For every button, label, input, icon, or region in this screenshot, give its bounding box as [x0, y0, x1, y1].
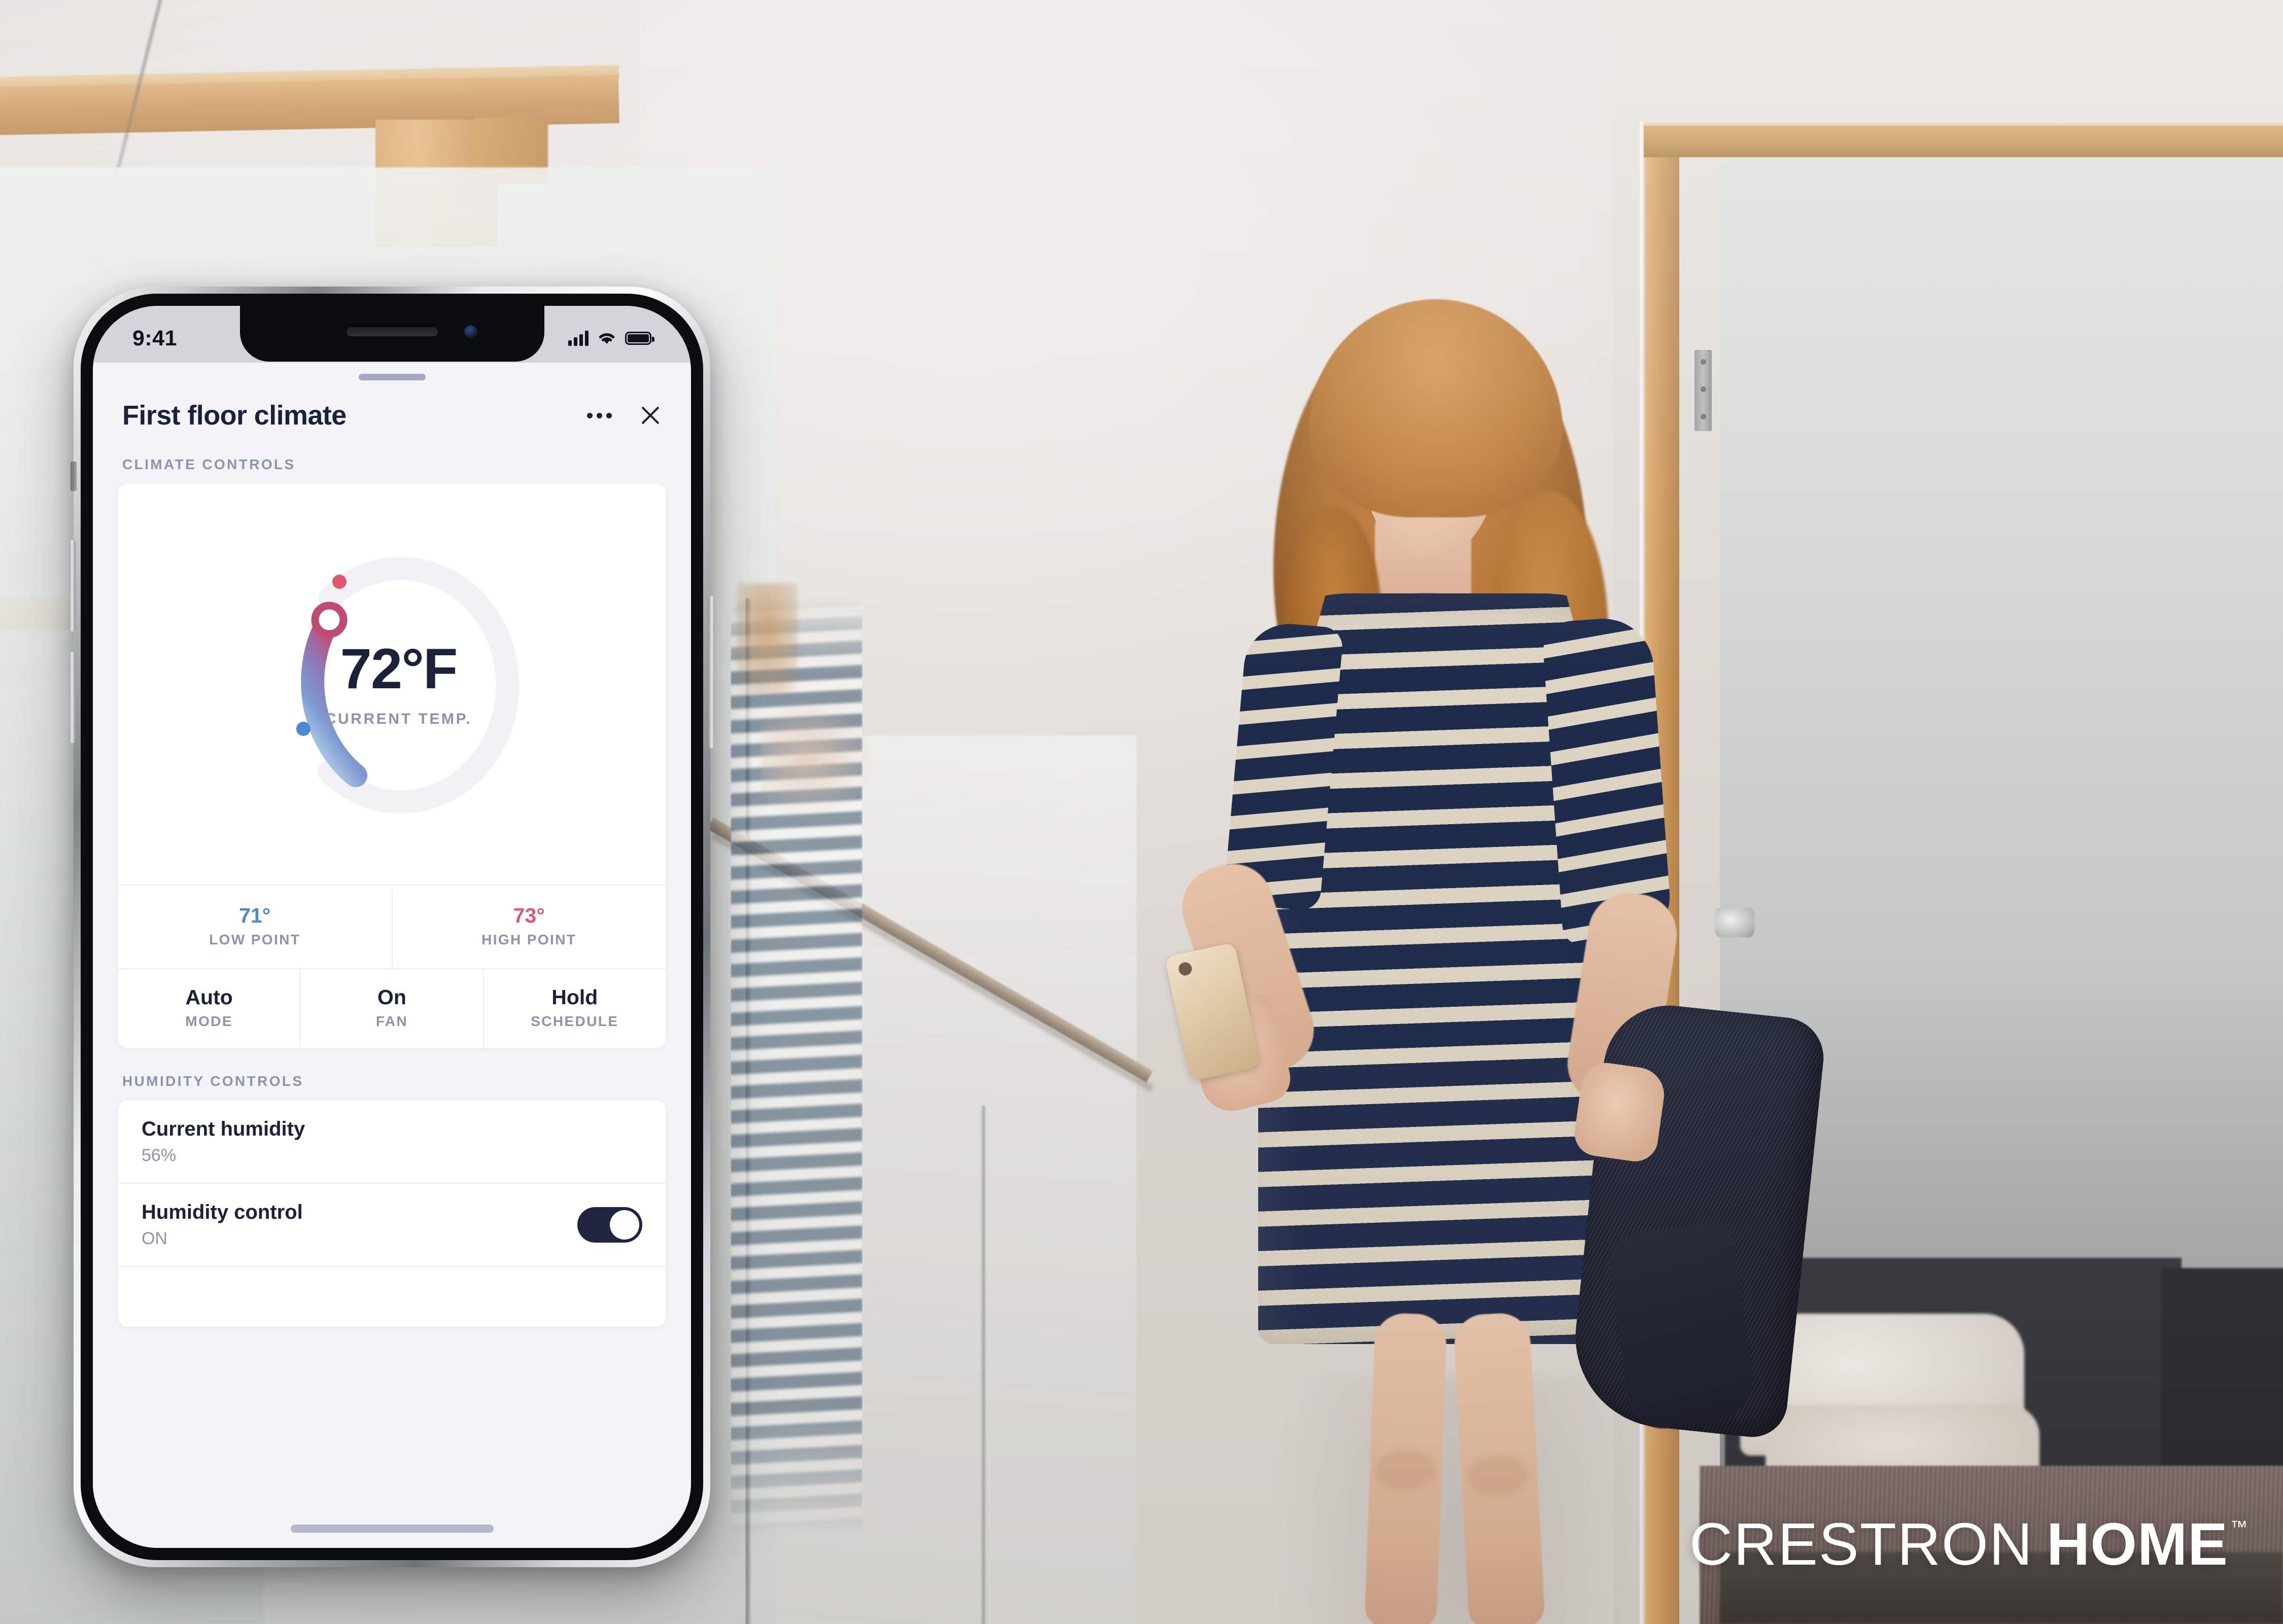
- volume-up-button[interactable]: [70, 540, 76, 631]
- close-icon[interactable]: [639, 404, 662, 427]
- logo-trademark-icon: ™: [2230, 1517, 2247, 1537]
- display-notch: [239, 306, 544, 362]
- setpoint-row: 71° LOW POINT 73° HIGH POINT: [118, 885, 666, 969]
- crestron-home-logo: CRESTRON HOME ™: [1689, 1514, 2247, 1574]
- fan-value: On: [377, 985, 406, 1009]
- page-title: First floor climate: [122, 400, 347, 431]
- dial-readout: 72°F CURRENT TEMP.: [230, 522, 555, 846]
- cellular-signal-icon: [568, 331, 589, 346]
- schedule-cell[interactable]: Hold SCHEDULE: [482, 969, 666, 1048]
- humidity-control-row[interactable]: Humidity control ON: [118, 1183, 666, 1266]
- humidity-card-footer: [118, 1266, 666, 1327]
- current-temperature-value: 72°F: [340, 637, 458, 700]
- high-point-label: HIGH POINT: [481, 932, 577, 948]
- high-point-cell[interactable]: 73° HIGH POINT: [391, 886, 666, 969]
- status-bar-time: 9:41: [132, 326, 178, 350]
- scene-root: 9:41 First floor climate CLIMATE CONTROL…: [0, 0, 2283, 1624]
- earpiece-speaker-icon: [346, 327, 438, 336]
- climate-sheet: First floor climate CLIMATE CONTROLS 72°…: [93, 359, 691, 1548]
- climate-section-label: CLIMATE CONTROLS: [122, 456, 296, 472]
- humidity-section-label: HUMIDITY CONTROLS: [122, 1073, 304, 1089]
- current-humidity-value: 56%: [142, 1146, 177, 1166]
- logo-product-text: HOME: [2047, 1511, 2228, 1578]
- high-point-value: 73°: [513, 904, 545, 927]
- mode-value: Auto: [185, 985, 233, 1009]
- humidity-control-title: Humidity control: [142, 1201, 303, 1224]
- sheet-title-bar: First floor climate: [93, 380, 691, 431]
- current-humidity-row[interactable]: Current humidity 56%: [118, 1101, 666, 1183]
- sheet-drag-handle[interactable]: [358, 374, 426, 380]
- mute-switch-button[interactable]: [71, 462, 77, 491]
- humidity-control-state: ON: [142, 1229, 167, 1249]
- front-camera-icon: [464, 325, 477, 338]
- smartphone-device: 9:41 First floor climate CLIMATE CONTROL…: [70, 287, 714, 1567]
- logo-brand-text: CRESTRON: [1689, 1511, 2033, 1578]
- low-point-value: 71°: [239, 904, 271, 927]
- status-bar-icons: [568, 331, 654, 346]
- power-button[interactable]: [708, 596, 714, 748]
- fan-cell[interactable]: On FAN: [300, 969, 482, 1048]
- current-temperature-caption: CURRENT TEMP.: [325, 711, 472, 727]
- more-options-icon[interactable]: [587, 412, 612, 418]
- climate-card: 72°F CURRENT TEMP. 71° LOW POINT 73° HIG…: [118, 484, 666, 1048]
- humidity-control-toggle[interactable]: [577, 1207, 642, 1243]
- wifi-icon: [599, 333, 615, 344]
- low-point-cell[interactable]: 71° LOW POINT: [118, 886, 392, 968]
- battery-full-icon: [625, 332, 654, 345]
- temperature-dial-wrap: 72°F CURRENT TEMP.: [118, 484, 666, 885]
- mode-label: MODE: [185, 1013, 233, 1030]
- schedule-value: Hold: [551, 985, 598, 1009]
- schedule-label: SCHEDULE: [531, 1013, 619, 1030]
- temperature-dial[interactable]: 72°F CURRENT TEMP.: [230, 522, 555, 846]
- mode-cell[interactable]: Auto MODE: [118, 969, 300, 1048]
- fan-label: FAN: [375, 1013, 408, 1030]
- humidity-card: Current humidity 56% Humidity control ON: [118, 1101, 666, 1327]
- mode-row: Auto MODE On FAN Hold SCHEDULE: [118, 968, 666, 1048]
- phone-bezel: 9:41 First floor climate CLIMATE CONTROL…: [81, 294, 703, 1560]
- current-humidity-title: Current humidity: [142, 1118, 305, 1141]
- home-indicator[interactable]: [290, 1525, 494, 1533]
- phone-screen: 9:41 First floor climate CLIMATE CONTROL…: [93, 306, 691, 1548]
- low-point-label: LOW POINT: [209, 932, 301, 948]
- title-actions: [587, 404, 662, 427]
- volume-down-button[interactable]: [70, 652, 76, 743]
